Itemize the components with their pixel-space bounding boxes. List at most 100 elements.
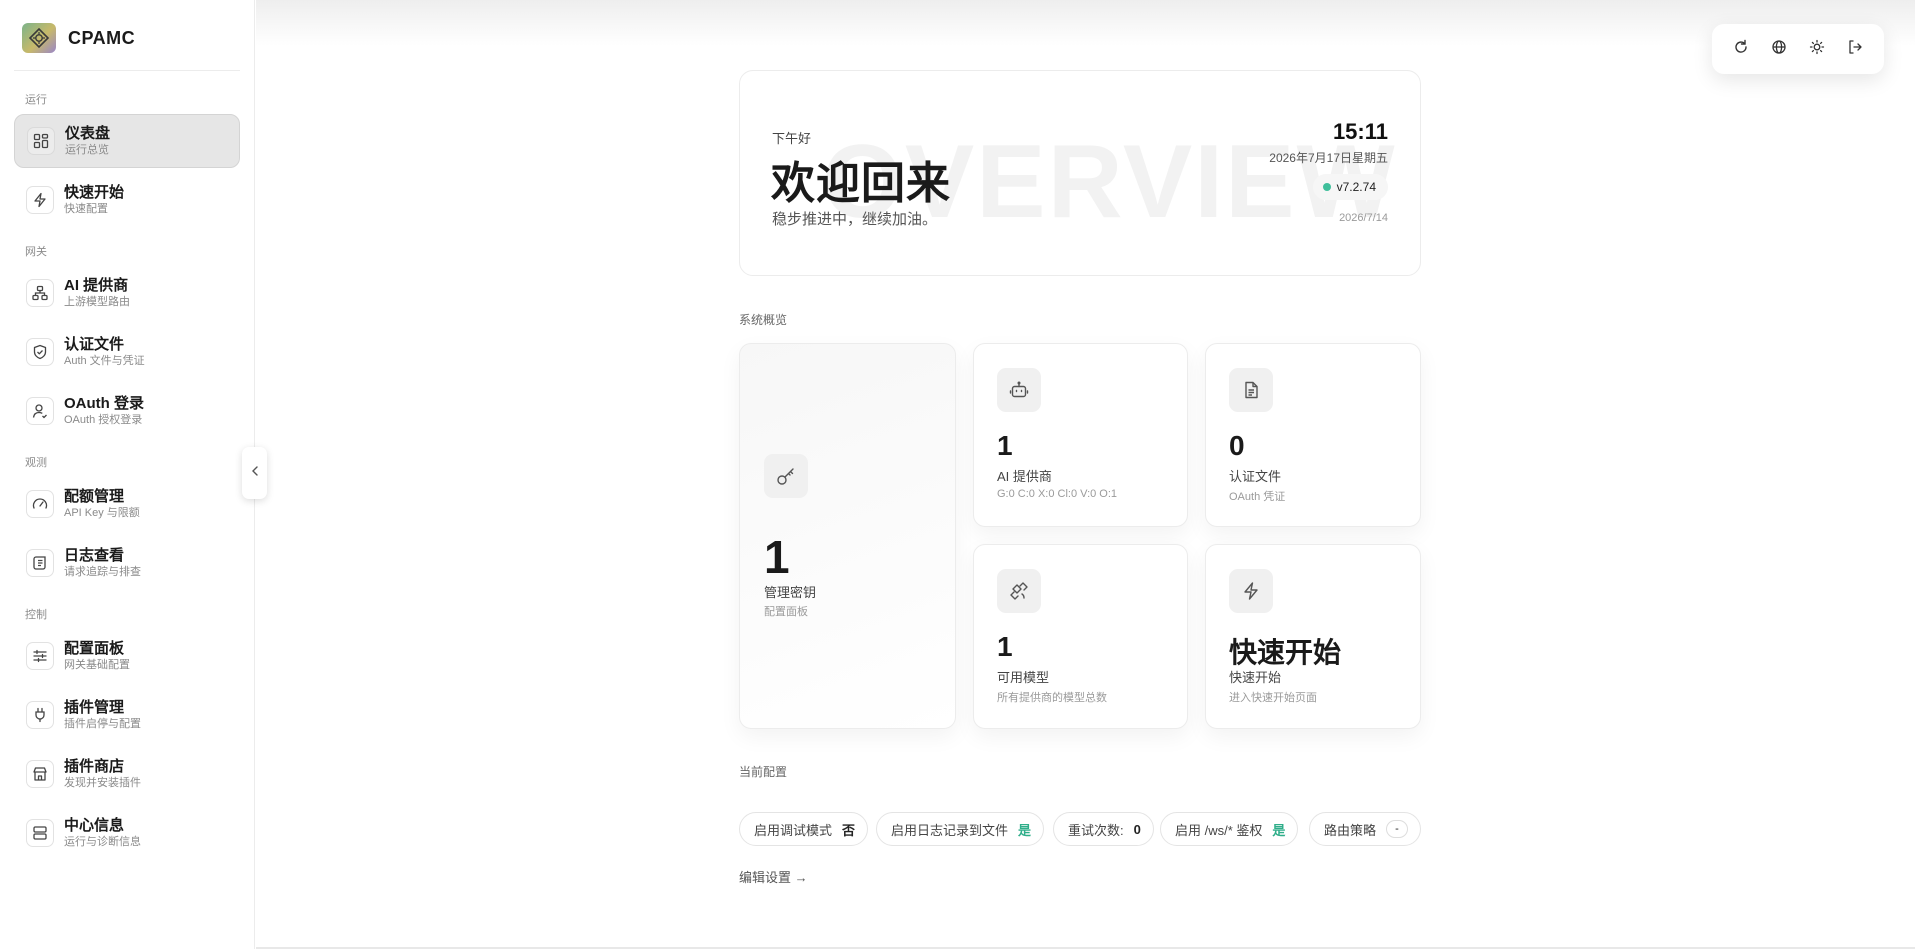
globe-icon xyxy=(1771,39,1787,60)
gauge-icon xyxy=(26,490,54,518)
plug-icon xyxy=(26,701,54,729)
sidebar-item-center-info[interactable]: 中心信息 运行与诊断信息 xyxy=(14,806,240,860)
sidebar-item-title: 仪表盘 xyxy=(65,124,111,142)
edit-settings-link[interactable]: 编辑设置 → xyxy=(739,867,808,886)
network-icon xyxy=(26,279,54,307)
stat-label: AI 提供商 xyxy=(997,469,1052,484)
stat-value: 快速开始 xyxy=(1229,637,1342,668)
sidebar-item-subtitle: 快速配置 xyxy=(64,202,108,215)
stat-value: 1 xyxy=(997,631,1013,662)
sidebar-item-title: 认证文件 xyxy=(64,335,125,353)
config-chip-debug[interactable]: 启用调试模式 否 xyxy=(739,812,869,846)
stat-sub: OAuth 凭证 xyxy=(1229,491,1286,503)
sidebar-item-title: 配额管理 xyxy=(64,487,125,505)
config-label: 当前配置 xyxy=(739,765,788,779)
sidebar-item-quick-start[interactable]: 快速开始 快速配置 xyxy=(14,173,240,227)
sidebar-item-title: 插件管理 xyxy=(64,698,125,716)
satellite-icon xyxy=(997,569,1041,613)
chip-value: 否 xyxy=(842,822,856,838)
file-icon xyxy=(1229,368,1273,412)
config-chip-routing[interactable]: 路由策略 - xyxy=(1309,812,1422,846)
stat-card-auth-files[interactable]: 0 认证文件 OAuth 凭证 xyxy=(1205,343,1421,527)
sidebar-item-logs[interactable]: 日志查看 请求追踪与排查 xyxy=(14,536,240,590)
stat-card-keys[interactable]: 1 管理密钥 配置面板 xyxy=(739,343,956,729)
sidebar-item-subtitle: 请求追踪与排查 xyxy=(64,565,141,578)
section-label-observe: 观测 xyxy=(25,457,47,469)
section-label-run: 运行 xyxy=(25,94,47,106)
lightning-icon xyxy=(26,186,54,214)
sidebar-item-subtitle: 插件启停与配置 xyxy=(64,717,141,730)
brand-logo-icon xyxy=(22,23,56,53)
user-icon xyxy=(26,397,54,425)
theme-toggle-button[interactable] xyxy=(1802,34,1832,64)
sidebar-item-auth-files[interactable]: 认证文件 Auth 文件与凭证 xyxy=(14,325,240,379)
top-bar xyxy=(256,0,1915,46)
sidebar-item-subtitle: Auth 文件与凭证 xyxy=(64,354,145,367)
sidebar-item-plugins[interactable]: 插件管理 插件启停与配置 xyxy=(14,688,240,742)
sidebar-item-plugin-store[interactable]: 插件商店 发现并安装插件 xyxy=(14,747,240,801)
divider xyxy=(14,70,240,71)
sidebar-item-subtitle: 上游模型路由 xyxy=(64,295,130,308)
config-chip-ws-auth[interactable]: 启用 /ws/* 鉴权 是 xyxy=(1160,812,1299,846)
chip-value: 是 xyxy=(1272,822,1286,838)
stat-sub: G:0 C:0 X:0 Cl:0 V:0 O:1 xyxy=(997,488,1118,500)
store-icon xyxy=(26,760,54,788)
stat-value: 1 xyxy=(997,430,1013,461)
sidebar-item-subtitle: 网关基础配置 xyxy=(64,658,130,671)
stat-card-providers[interactable]: 1 AI 提供商 G:0 C:0 X:0 Cl:0 V:0 O:1 xyxy=(973,343,1188,527)
collapse-sidebar-button[interactable] xyxy=(242,447,267,499)
lightning-icon xyxy=(1229,569,1273,613)
chevron-left-icon xyxy=(250,464,260,482)
scroll-icon xyxy=(26,549,54,577)
chip-label: 启用调试模式 xyxy=(754,822,833,838)
language-button[interactable] xyxy=(1764,34,1794,64)
logout-button[interactable] xyxy=(1840,34,1870,64)
sidebar-item-subtitle: API Key 与限额 xyxy=(64,506,140,519)
sidebar-item-config-panel[interactable]: 配置面板 网关基础配置 xyxy=(14,629,240,683)
stat-card-quick-start[interactable]: 快速开始 快速开始 进入快速开始页面 xyxy=(1205,544,1421,729)
sidebar-item-subtitle: OAuth 授权登录 xyxy=(64,413,143,426)
stat-sub: 进入快速开始页面 xyxy=(1229,692,1317,704)
sidebar-item-subtitle: 发现并安装插件 xyxy=(64,776,141,789)
greeting: 下午好 xyxy=(772,131,812,146)
sidebar-item-title: 日志查看 xyxy=(64,546,125,564)
stat-card-models[interactable]: 1 可用模型 所有提供商的模型总数 xyxy=(973,544,1188,729)
sliders-icon xyxy=(26,642,54,670)
version-text: v7.2.74 xyxy=(1336,180,1376,194)
sidebar-item-dashboard[interactable]: 仪表盘 运行总览 xyxy=(14,114,240,168)
chip-label: 路由策略 xyxy=(1324,822,1377,838)
overview-label: 系统概览 xyxy=(739,313,788,327)
chip-value: 0 xyxy=(1133,821,1141,837)
chip-label: 重试次数: xyxy=(1068,822,1124,838)
robot-icon xyxy=(997,368,1041,412)
welcome-card: OVERVIEW 下午好 欢迎回来 稳步推进中，继续加油。 15:11 2026… xyxy=(739,70,1421,276)
brand[interactable]: CPAMC xyxy=(22,22,135,54)
sidebar-item-quota[interactable]: 配额管理 API Key 与限额 xyxy=(14,477,240,531)
shield-icon xyxy=(26,338,54,366)
stat-label: 快速开始 xyxy=(1229,670,1282,685)
dashboard-icon xyxy=(27,127,55,155)
chip-value: 是 xyxy=(1018,822,1032,838)
logout-icon xyxy=(1847,39,1863,60)
sidebar: CPAMC 运行 仪表盘 运行总览 快速开始 快速配置 网关 AI 提供商 上游… xyxy=(0,0,255,949)
stat-value: 0 xyxy=(1229,430,1245,461)
sidebar-item-subtitle: 运行总览 xyxy=(65,143,109,156)
welcome-subtitle: 稳步推进中，继续加油。 xyxy=(772,211,938,228)
clock-date: 2026年7月17日星期五 xyxy=(1269,151,1388,165)
welcome-title: 欢迎回来 xyxy=(771,159,951,208)
sidebar-item-oauth-login[interactable]: OAuth 登录 OAuth 授权登录 xyxy=(14,384,240,438)
sidebar-item-ai-providers[interactable]: AI 提供商 上游模型路由 xyxy=(14,266,240,320)
stat-sub: 配置面板 xyxy=(764,606,808,618)
refresh-button[interactable] xyxy=(1726,34,1756,64)
chip-label: 启用 /ws/* 鉴权 xyxy=(1175,822,1263,838)
section-label-control: 控制 xyxy=(25,609,47,621)
status-dot-icon xyxy=(1322,183,1331,191)
brand-name: CPAMC xyxy=(68,27,136,48)
sidebar-item-title: AI 提供商 xyxy=(64,276,129,294)
sun-icon xyxy=(1809,39,1825,60)
sidebar-item-subtitle: 运行与诊断信息 xyxy=(64,835,141,848)
config-chip-log-to-file[interactable]: 启用日志记录到文件 是 xyxy=(876,812,1045,846)
server-icon xyxy=(26,819,54,847)
sidebar-item-title: 快速开始 xyxy=(64,183,125,201)
config-chip-retries[interactable]: 重试次数: 0 xyxy=(1053,812,1154,846)
